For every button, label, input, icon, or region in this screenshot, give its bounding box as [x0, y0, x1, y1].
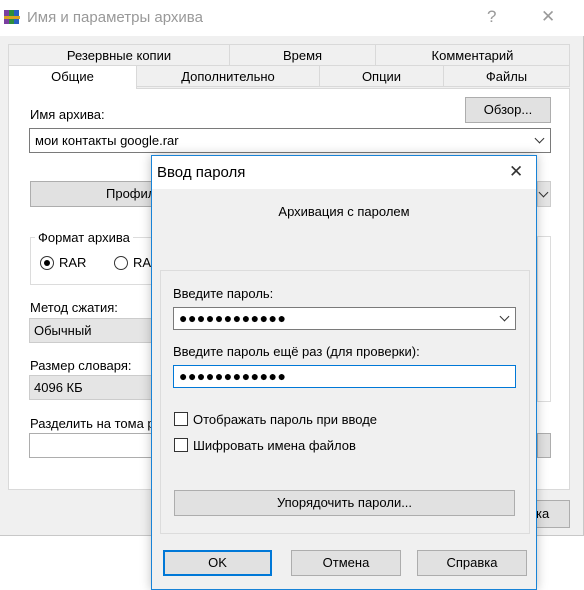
format-rar-radio[interactable] [40, 256, 54, 270]
tab-comment[interactable]: Комментарий [375, 44, 570, 66]
dictionary-combobox[interactable]: 4096 КБ [29, 375, 153, 400]
enter-password-label: Введите пароль: [173, 286, 274, 301]
format-rar-label: RAR [59, 255, 87, 270]
reenter-password-label: Введите пароль ещё раз (для проверки): [173, 344, 420, 359]
archive-options-titlebar: Имя и параметры архива ? ✕ [0, 0, 584, 36]
password-dialog-subtitle: Архивация с паролем [278, 204, 410, 219]
format-group-label: Формат архива [35, 230, 133, 245]
password-dialog: Ввод пароля ✕ Архивация с паролем Введит… [151, 155, 537, 590]
archive-name-label: Имя архива: [30, 107, 105, 122]
organize-passwords-button[interactable]: Упорядочить пароли... [174, 490, 515, 516]
tab-options[interactable]: Опции [319, 65, 444, 87]
tab-advanced[interactable]: Дополнительно [136, 65, 320, 87]
options-group-edge [537, 236, 551, 402]
dictionary-value: 4096 КБ [34, 380, 83, 395]
password-value: ●●●●●●●●●●●● [179, 310, 287, 326]
password-dialog-titlebar: Ввод пароля ✕ [152, 156, 536, 189]
chevron-down-icon[interactable] [538, 187, 549, 198]
split-volumes-combobox[interactable] [29, 433, 153, 458]
compression-label: Метод сжатия: [30, 300, 118, 315]
compression-value: Обычный [34, 323, 92, 338]
ok-button[interactable]: OK [163, 550, 272, 576]
format-rar5-radio[interactable] [114, 256, 128, 270]
compression-combobox[interactable]: Обычный [29, 318, 153, 343]
format-rar5-label: RA [133, 255, 152, 270]
browse-button[interactable]: Обзор... [465, 97, 551, 123]
winrar-books-icon [4, 10, 20, 24]
encrypt-names-label[interactable]: Шифровать имена файлов [193, 438, 356, 453]
split-volumes-label: Разделить на тома р [30, 416, 155, 431]
set-password-button-edge[interactable] [537, 433, 551, 458]
tab-files[interactable]: Файлы [443, 65, 570, 87]
help-icon[interactable]: ? [487, 7, 496, 27]
reenter-password-value: ●●●●●●●●●●●● [179, 368, 287, 384]
help-button[interactable]: Справка [417, 550, 527, 576]
tab-time[interactable]: Время [229, 44, 376, 66]
archive-name-value: мои контакты google.rar [35, 133, 179, 148]
close-icon[interactable]: ✕ [509, 162, 523, 182]
reenter-password-input[interactable]: ●●●●●●●●●●●● [173, 365, 516, 388]
password-dialog-title: Ввод пароля [157, 164, 246, 181]
encrypt-names-checkbox[interactable] [174, 438, 188, 452]
password-input[interactable]: ●●●●●●●●●●●● [173, 307, 516, 330]
chevron-down-icon[interactable] [499, 311, 510, 322]
dictionary-label: Размер словаря: [30, 358, 132, 373]
archive-options-title: Имя и параметры архива [27, 9, 203, 26]
tab-backup[interactable]: Резервные копии [8, 44, 230, 66]
close-icon[interactable]: ✕ [541, 7, 555, 27]
tab-general[interactable]: Общие [8, 65, 137, 89]
show-password-checkbox[interactable] [174, 412, 188, 426]
chevron-down-icon[interactable] [534, 133, 545, 144]
archive-name-combobox[interactable]: мои контакты google.rar [29, 128, 551, 153]
cancel-button[interactable]: Отмена [291, 550, 401, 576]
show-password-label[interactable]: Отображать пароль при вводе [193, 412, 377, 427]
profiles-dropdown-edge[interactable] [537, 181, 551, 207]
